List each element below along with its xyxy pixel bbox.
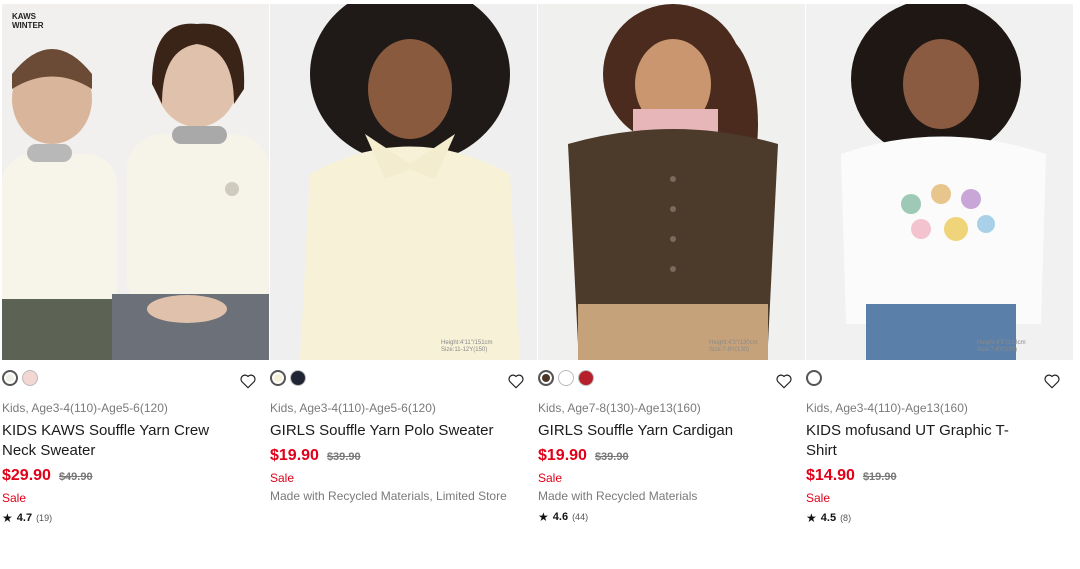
star-icon: ★ [806,511,817,525]
product-photo-illustration [2,4,269,360]
color-swatch[interactable] [538,370,554,386]
product-photo-illustration [806,4,1073,360]
price-row: $19.90 $39.90 [538,447,805,465]
sale-price: $29.90 [2,467,51,484]
color-swatch[interactable] [22,370,38,386]
product-card[interactable]: KAWS WINTER Kids, Age3-4(110)-Age5-6(120… [2,4,269,564]
price-row: $19.90 $39.90 [270,447,537,465]
heart-icon[interactable] [239,372,257,390]
sale-label: Sale [270,471,295,485]
sale-label: Sale [538,471,563,485]
rating: ★ 4.6 (44) [538,510,805,524]
star-icon: ★ [2,511,13,525]
product-photo-illustration [270,4,537,360]
product-image[interactable]: Height:4'5"/133cm Size:7-8Y(130) [806,4,1073,360]
star-icon: ★ [538,510,549,524]
original-price: $39.90 [594,451,629,463]
color-swatch[interactable] [2,370,18,386]
product-card[interactable]: Height:4'3"/130cm Size:7-8Y(130) Kids, A… [538,4,805,564]
product-category: Kids, Age3-4(110)-Age5-6(120) [270,401,436,415]
product-name[interactable]: KIDS mofusand UT Graphic T-Shirt [806,421,1036,461]
sale-label: Sale [806,491,831,505]
sale-label: Sale [2,491,27,505]
product-note: Made with Recycled Materials [538,489,698,503]
collection-badge: KAWS WINTER [12,12,44,30]
sale-price: $19.90 [538,447,587,464]
sale-price: $14.90 [806,467,855,484]
color-swatch[interactable] [558,370,574,386]
rating-score: 4.7 [16,512,33,524]
color-swatches [2,370,38,386]
rating-count: (44) [572,512,589,522]
rating-count: (8) [840,513,852,523]
product-card[interactable]: Height:4'5"/133cm Size:7-8Y(130) Kids, A… [806,4,1073,564]
color-swatches [806,370,822,386]
model-info: Height:4'11"/151cm Size:11-12Y(150) [441,340,493,353]
product-category: Kids, Age3-4(110)-Age5-6(120) [2,401,168,415]
heart-icon[interactable] [507,372,525,390]
product-note: Made with Recycled Materials, Limited St… [270,489,507,503]
product-card[interactable]: Height:4'11"/151cm Size:11-12Y(150) Kids… [270,4,537,564]
product-image[interactable]: Height:4'3"/130cm Size:7-8Y(130) [538,4,805,360]
swatch-row [270,366,537,400]
swatch-row [2,366,269,400]
rating: ★ 4.7 (19) [2,511,269,525]
heart-icon[interactable] [1043,372,1061,390]
rating-count: (19) [36,513,53,523]
sale-price: $19.90 [270,447,319,464]
color-swatches [270,370,306,386]
rating-score: 4.5 [820,512,837,524]
original-price: $39.90 [326,451,361,463]
product-category: Kids, Age7-8(130)-Age13(160) [538,401,701,415]
price-row: $14.90 $19.90 [806,467,1073,485]
color-swatch[interactable] [290,370,306,386]
product-name[interactable]: GIRLS Souffle Yarn Polo Sweater [270,421,500,441]
original-price: $19.90 [862,471,897,483]
product-category: Kids, Age3-4(110)-Age13(160) [806,401,968,415]
model-info: Height:4'3"/130cm Size:7-8Y(130) [709,340,758,353]
heart-icon[interactable] [775,372,793,390]
color-swatch[interactable] [806,370,822,386]
original-price: $49.90 [58,471,93,483]
color-swatches [538,370,594,386]
product-name[interactable]: KIDS KAWS Souffle Yarn Crew Neck Sweater [2,421,232,461]
product-photo-illustration [538,4,805,360]
swatch-row [806,366,1073,400]
product-grid: KAWS WINTER Kids, Age3-4(110)-Age5-6(120… [0,0,1080,569]
product-name[interactable]: GIRLS Souffle Yarn Cardigan [538,421,768,441]
product-image[interactable]: KAWS WINTER [2,4,269,360]
color-swatch[interactable] [270,370,286,386]
swatch-row [538,366,805,400]
rating-score: 4.6 [552,511,569,523]
rating: ★ 4.5 (8) [806,511,1073,525]
product-image[interactable]: Height:4'11"/151cm Size:11-12Y(150) [270,4,537,360]
model-info: Height:4'5"/133cm Size:7-8Y(130) [977,340,1026,353]
color-swatch[interactable] [578,370,594,386]
price-row: $29.90 $49.90 [2,467,269,485]
